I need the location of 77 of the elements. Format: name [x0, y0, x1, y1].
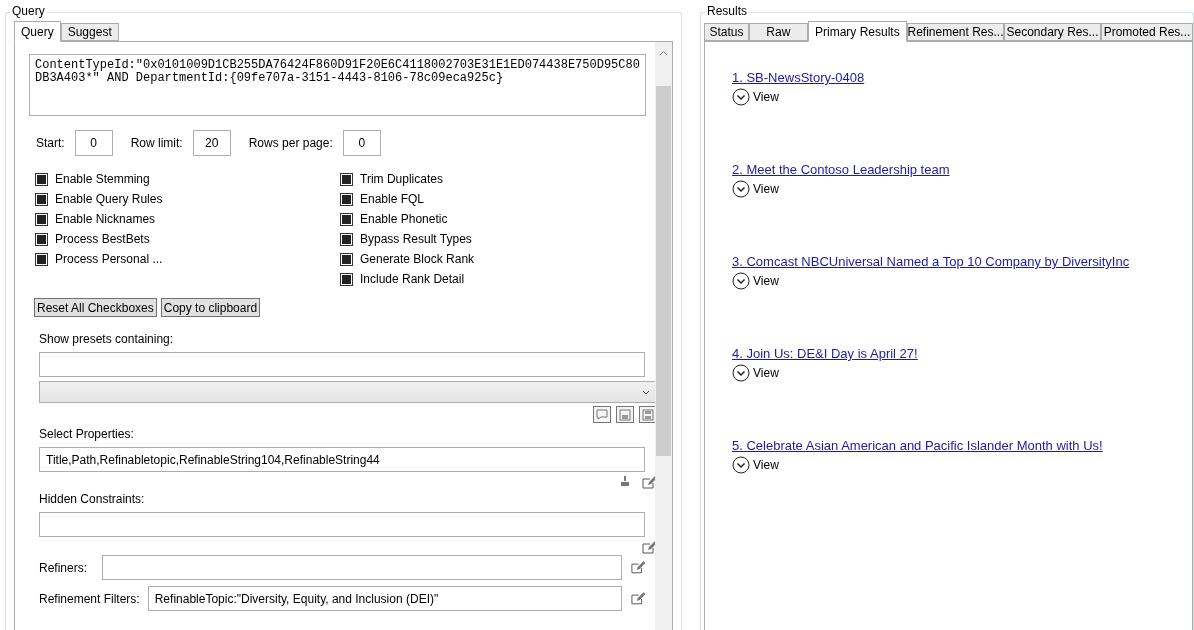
tab[interactable]: Refinement Res... — [907, 23, 1004, 41]
result-link[interactable]: 3. Comcast NBCUniversal Named a Top 10 Company by DiversityInc — [732, 254, 1192, 269]
edit-icon[interactable] — [629, 591, 645, 606]
view-label: View — [753, 90, 779, 104]
checkbox-label: Enable Stemming — [55, 172, 150, 186]
refiners-field[interactable] — [102, 555, 622, 580]
checkbox[interactable] — [340, 172, 353, 186]
checkbox[interactable] — [340, 272, 353, 286]
chevron-down-icon — [642, 389, 650, 395]
tab[interactable]: Promoted Res... — [1101, 23, 1193, 41]
checkbox-label: Bypass Result Types — [360, 232, 472, 246]
result-link[interactable]: 1. SB-NewsStory-0408 — [732, 70, 1192, 85]
field-label: Show presets containing: — [39, 332, 175, 346]
view-label: View — [753, 366, 779, 380]
checkbox-label: Include Rank Detail — [360, 272, 465, 286]
field-label: Refiners: — [39, 560, 88, 575]
refinement-filters-field[interactable]: RefinableTopic:"Diversity, Equity, and Inclusion (DEI)" — [147, 586, 622, 611]
edit-icon[interactable] — [629, 560, 645, 575]
number-field[interactable]: 20 — [192, 130, 231, 156]
field-label: Select Properties: — [39, 427, 135, 441]
tab[interactable]: Primary Results — [807, 21, 907, 42]
view-label: View — [753, 274, 779, 288]
view-label: View — [753, 182, 779, 196]
edit-icon[interactable] — [641, 540, 655, 555]
result-link[interactable]: 4. Join Us: DE&I Day is April 27! — [732, 346, 1192, 361]
number-field[interactable]: 0 — [342, 130, 381, 156]
result-link[interactable]: 5. Celebrate Asian American and Pacific Islander Month with Us! — [732, 438, 1192, 453]
chevron-down-circle-icon[interactable] — [732, 180, 750, 198]
scrollbar[interactable] — [655, 42, 672, 630]
checkbox-label: Process Personal ... — [55, 252, 163, 266]
checkbox-label: Enable FQL — [360, 192, 425, 206]
presets-search-field[interactable] — [39, 352, 645, 377]
tab[interactable]: Status — [704, 23, 749, 41]
number-field[interactable]: 0 — [74, 130, 113, 156]
checkbox-label: Trim Duplicates — [360, 172, 443, 186]
tab[interactable]: Raw — [749, 23, 808, 41]
group-title: Results — [705, 4, 749, 18]
field-label: Rows per page: — [248, 136, 333, 150]
select-properties-field[interactable]: Title,Path,Refinabletopic,RefinableString104,RefinableString44 — [39, 447, 645, 472]
view-label: View — [753, 458, 779, 472]
result-link[interactable]: 2. Meet the Contoso Leadership team — [732, 162, 1192, 177]
field-label: Refinement Filters: — [39, 591, 140, 606]
checkbox-label: Process BestBets — [55, 232, 150, 246]
chevron-down-circle-icon[interactable] — [732, 456, 750, 474]
checkbox[interactable] — [340, 192, 353, 206]
hidden-constraints-field[interactable] — [39, 512, 645, 537]
tab[interactable]: Suggest — [60, 23, 119, 41]
edit-icon[interactable] — [641, 475, 655, 490]
checkbox-label: Enable Nicknames — [55, 212, 156, 226]
save-icon[interactable] — [639, 406, 655, 423]
checkbox[interactable] — [35, 232, 48, 246]
save-icon[interactable] — [616, 406, 634, 423]
chevron-down-circle-icon[interactable] — [732, 88, 750, 106]
tab[interactable]: Query — [14, 21, 61, 42]
chevron-down-circle-icon[interactable] — [732, 272, 750, 290]
field-label: Row limit: — [130, 136, 183, 150]
tab[interactable]: Secondary Res... — [1004, 23, 1101, 41]
query-text-field[interactable]: ContentTypeId:"0x0101009D1CB255DA76424F860D91F20E6C4118002703E31E1ED074438E750D95C80DB3A403*" AND DepartmentId:{09fe707a-3151-4443-8106-78c09eca925c} — [29, 54, 646, 116]
checkbox-label: Enable Query Rules — [55, 192, 163, 206]
scroll-up-icon[interactable] — [659, 50, 668, 56]
field-label: Start: — [36, 136, 65, 150]
action-button[interactable]: Reset All Checkboxes — [34, 298, 157, 317]
checkbox[interactable] — [340, 212, 353, 226]
checkbox[interactable] — [35, 212, 48, 226]
field-label: Hidden Constraints: — [39, 492, 146, 506]
checkbox[interactable] — [340, 252, 353, 266]
checkbox-label: Enable Phonetic — [360, 212, 448, 226]
checkbox[interactable] — [340, 232, 353, 246]
checkbox[interactable] — [35, 252, 48, 266]
checkbox[interactable] — [35, 192, 48, 206]
broom-icon[interactable] — [619, 475, 631, 487]
action-button[interactable]: Copy to clipboard — [160, 298, 261, 317]
checkbox-label: Generate Block Rank — [360, 252, 475, 266]
comment-icon[interactable] — [593, 406, 611, 423]
group-title: Query — [10, 4, 47, 18]
checkbox[interactable] — [35, 172, 48, 186]
chevron-down-circle-icon[interactable] — [732, 364, 750, 382]
